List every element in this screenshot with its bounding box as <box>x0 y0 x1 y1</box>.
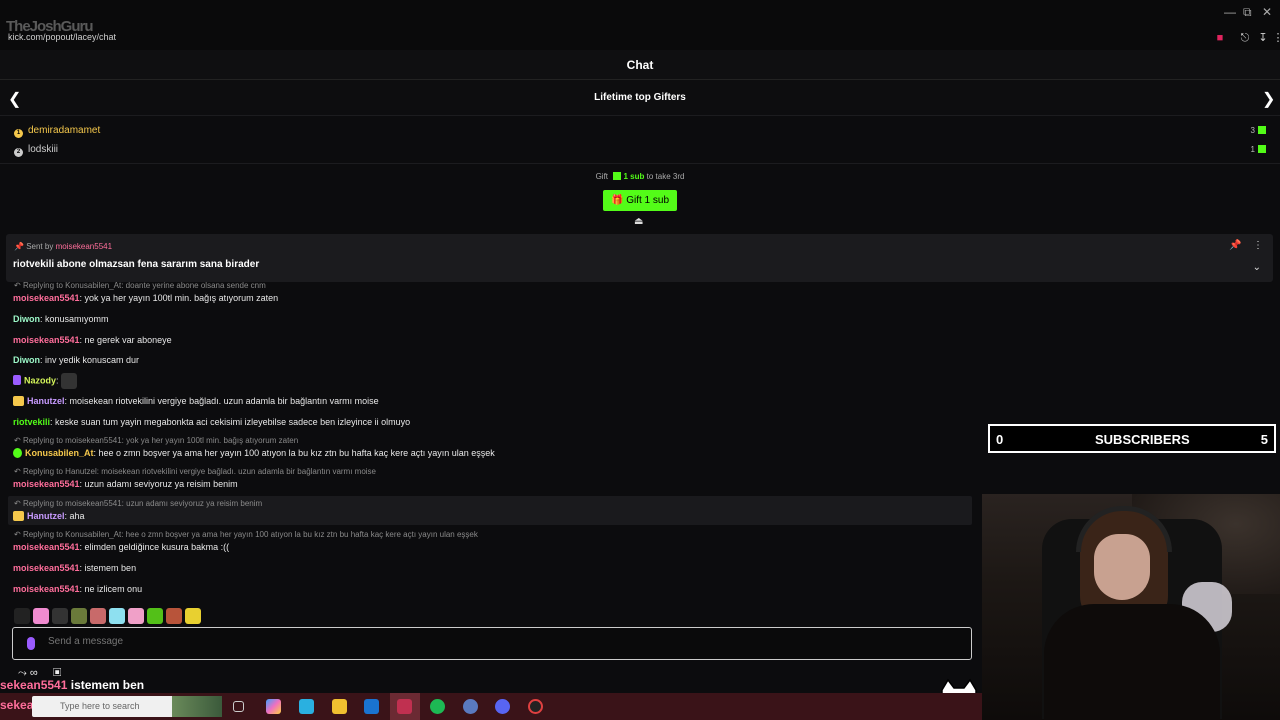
gifter-row-1[interactable]: 1 demiradamamet <box>14 123 100 139</box>
rank-2-icon: 2 <box>14 148 23 157</box>
browser-title-bar: TheJoshGuru kick.com/popout/lacey/chat —… <box>0 0 1280 50</box>
subs-label: SUBSCRIBERS <box>1095 432 1190 447</box>
address-url[interactable]: kick.com/popout/lacey/chat <box>8 32 116 42</box>
expand-chevron-icon[interactable]: ⌄ <box>1253 262 1261 273</box>
task-view-icon[interactable] <box>233 701 244 712</box>
gifters-title: Lifetime top Gifters <box>594 92 686 103</box>
emote-icon[interactable] <box>33 607 49 624</box>
close-icon[interactable]: ✕ <box>1262 5 1272 19</box>
emote-icon[interactable] <box>147 607 163 624</box>
pocket-icon[interactable]: ■ <box>1214 32 1226 44</box>
cam-body <box>1044 604 1220 720</box>
webcam-feed <box>982 494 1280 720</box>
crown-badge-icon <box>13 396 24 406</box>
pin-icon[interactable]: 📌 <box>1229 240 1241 251</box>
emote-icon[interactable] <box>128 607 144 624</box>
spotify-icon[interactable] <box>430 699 445 714</box>
discord-icon[interactable] <box>495 699 510 714</box>
gifter-name: demiradamamet <box>28 125 101 136</box>
emote-icon[interactable] <box>166 607 182 624</box>
reply-context: ↶ Replying to Hanutzel: moisekean riotve… <box>14 467 377 476</box>
minimize-icon[interactable]: — <box>1224 5 1236 19</box>
reply-context: ↶ Replying to moisekean5541: yok ya her … <box>14 436 299 445</box>
outlook-icon[interactable] <box>364 699 379 714</box>
emote-icon[interactable] <box>52 607 68 624</box>
rank-1-icon: 1 <box>14 129 23 138</box>
mic-badge-icon <box>13 375 21 386</box>
chat-message: Nazody: <box>13 373 80 389</box>
chat-message: Diwon: konusamıyomm <box>13 314 109 324</box>
emote-bar <box>14 607 204 625</box>
gift-icon <box>1258 145 1266 153</box>
pinned-text: riotvekili abone olmazsan fena sararım s… <box>13 259 260 270</box>
chat-message: Konusabilen_At: hee o zmn boşver ya ama … <box>13 448 495 458</box>
subs-goal: 5 <box>1260 432 1268 447</box>
menu-icon[interactable]: ⋮ <box>1272 32 1280 44</box>
gifter-row-2[interactable]: 2 lodskiii <box>14 142 58 158</box>
send-message-input[interactable] <box>48 636 928 647</box>
pinned-tools: 📌 ⋮ <box>1229 240 1263 251</box>
chat-message: riotvekili: keske suan tum yayin megabon… <box>13 417 411 427</box>
chat-message: moisekean5541: ne izlicem onu <box>13 584 143 594</box>
chat-message: Hanutzel: moisekean riotvekilini vergiye… <box>13 396 379 406</box>
obs-icon[interactable] <box>528 699 543 714</box>
chat-message: moisekean5541: ne gerek var aboneye <box>13 335 172 345</box>
pinned-sender: 📌 Sent by moisekean5541 <box>14 242 113 251</box>
gift-sub-button[interactable]: 🎁 Gift 1 sub <box>603 190 677 211</box>
reply-context: ↶ Replying to moisekean5541: uzun adamı … <box>14 499 263 508</box>
collapse-icon[interactable]: ⏏ <box>634 216 643 227</box>
emote-icon[interactable] <box>109 607 125 624</box>
gift-icon <box>1258 126 1266 134</box>
more-options-icon[interactable]: ⋮ <box>1253 240 1263 251</box>
emote-icon[interactable] <box>71 607 87 624</box>
steam-icon[interactable] <box>463 699 478 714</box>
chat-message: moisekean5541: uzun adamı seviyoruz ya r… <box>13 479 238 489</box>
top-gifters-bar: Lifetime top Gifters ❮ ❯ <box>0 80 1280 116</box>
crown-badge-icon <box>13 511 24 521</box>
subs-start: 0 <box>996 432 1004 447</box>
windows-taskbar: sekean5541 Type here to search <box>0 693 982 720</box>
emote-icon[interactable] <box>14 607 30 624</box>
next-arrow-icon[interactable]: ❯ <box>1262 89 1275 109</box>
chat-message: moisekean5541: istemem ben <box>13 563 137 573</box>
emote-icon <box>61 373 78 389</box>
emote-icon[interactable] <box>90 607 106 624</box>
extensions-icon[interactable]: ⎋ <box>1239 32 1251 44</box>
chat-header: Chat <box>0 50 1280 80</box>
file-explorer-icon[interactable] <box>332 699 347 714</box>
emote-icon[interactable] <box>185 607 201 624</box>
reply-context: ↶ Replying to Konusabilen_At: hee o zmn … <box>14 530 478 539</box>
search-highlight-image <box>172 696 222 717</box>
stream-overlay-line: sekean5541 istemem ben <box>0 678 145 692</box>
chat-message: Hanutzel: aha <box>13 511 85 521</box>
copilot-icon[interactable] <box>266 699 281 714</box>
microphone-icon[interactable] <box>27 637 35 650</box>
gift-cta: Gift 1 sub to take 3rd <box>595 172 685 181</box>
pinned-message: 📌 Sent by moisekean5541 riotvekili abone… <box>6 234 1273 282</box>
gifters-list: 1 demiradamamet 3 2 lodskiii 1 <box>0 117 1280 164</box>
gifter-name: lodskiii <box>28 144 59 155</box>
taskbar-search-box[interactable]: Type here to search <box>32 696 222 717</box>
gift-count-1: 3 <box>1251 123 1266 139</box>
gift-count-2: 1 <box>1251 142 1266 158</box>
star-badge-icon <box>13 448 22 458</box>
gift-icon <box>613 172 622 180</box>
screen: TheJoshGuru kick.com/popout/lacey/chat —… <box>0 0 1280 720</box>
chat-message: Diwon: inv yedik konuscam dur <box>13 355 140 365</box>
message-input-box[interactable] <box>12 627 972 660</box>
reply-context: ↶ Replying to Konusabilen_At: doante yer… <box>14 281 266 290</box>
subscribers-goal-bar: 0 SUBSCRIBERS 5 <box>988 424 1276 453</box>
chat-message: moisekean5541: yok ya her yayın 100tl mi… <box>13 293 279 303</box>
chat-message: moisekean5541: elimden geldiğince kusura… <box>13 542 230 552</box>
download-icon[interactable]: ↧ <box>1257 32 1269 44</box>
store-icon[interactable] <box>299 699 314 714</box>
previous-arrow-icon[interactable]: ❮ <box>8 89 21 109</box>
browser-icon[interactable] <box>397 699 412 714</box>
restore-icon[interactable]: ⧉ <box>1243 5 1252 20</box>
